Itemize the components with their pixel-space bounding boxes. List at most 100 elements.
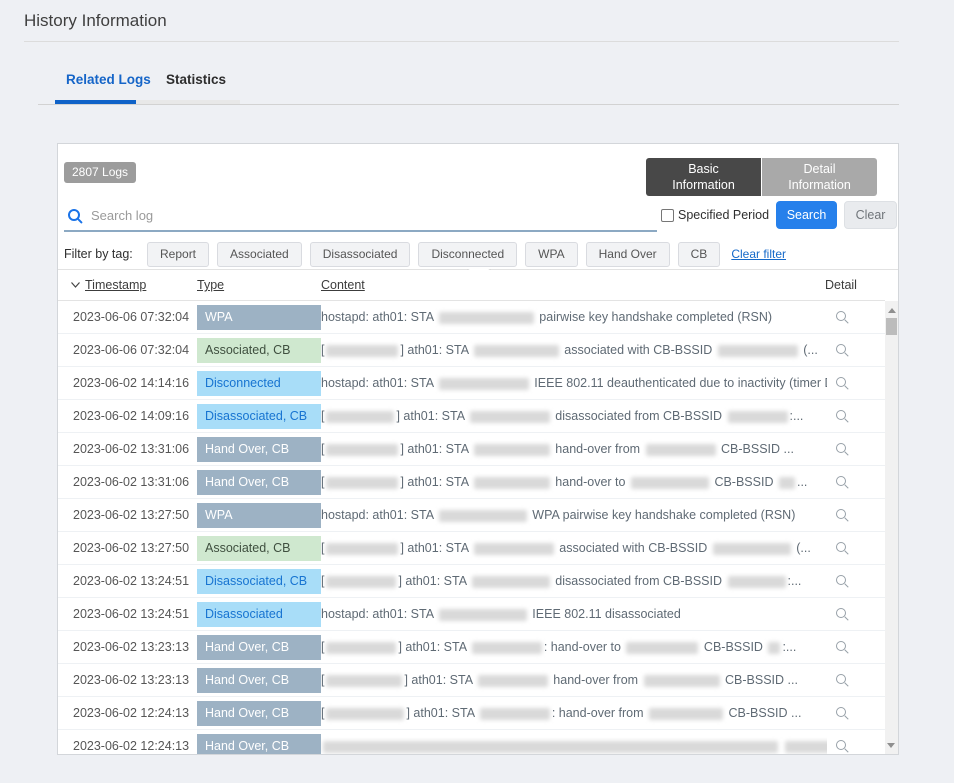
- filter-row: Filter by tag: ReportAssociatedDisassoci…: [64, 240, 886, 268]
- log-rows-container: 2023-06-06 07:32:04WPAhostapd: ath01: ST…: [58, 301, 885, 754]
- search-box: [64, 200, 657, 232]
- scrollbar-thumb[interactable]: [886, 318, 897, 335]
- row-detail-magnifier-icon[interactable]: [836, 410, 846, 420]
- specified-period-checkbox[interactable]: [661, 209, 674, 222]
- row-detail-magnifier-icon[interactable]: [836, 509, 846, 519]
- search-row: Specified Period Search Clear: [64, 200, 886, 236]
- row-timestamp: 2023-06-02 13:23:13: [73, 631, 189, 664]
- redacted-text: [472, 642, 542, 654]
- filter-tag-hand-over[interactable]: Hand Over: [586, 242, 670, 267]
- table-row: 2023-06-02 13:31:06Hand Over, CB[] ath01…: [58, 433, 885, 466]
- row-content: [] ath01: STA disassociated from CB-BSSI…: [321, 565, 827, 598]
- search-button[interactable]: Search: [776, 201, 837, 229]
- related-logs-panel: 2807 Logs Basic Information Detail Infor…: [57, 143, 899, 755]
- page-title: History Information: [24, 11, 167, 31]
- row-content: hostapd: ath01: STA IEEE 802.11 deauthen…: [321, 367, 827, 400]
- row-type-badge: Disassociated: [197, 602, 321, 627]
- row-detail-magnifier-icon[interactable]: [836, 608, 846, 618]
- row-content: [] ath01: STA associated with CB-BSSID (…: [321, 532, 827, 565]
- table-row: 2023-06-02 13:27:50WPAhostapd: ath01: ST…: [58, 499, 885, 532]
- row-detail-magnifier-icon[interactable]: [836, 344, 846, 354]
- information-view-toggle: Basic Information Detail Information: [646, 158, 877, 196]
- search-log-input[interactable]: [91, 208, 657, 223]
- redacted-text: [439, 609, 527, 621]
- clear-filter-link[interactable]: Clear filter: [731, 247, 786, 261]
- row-detail-magnifier-icon[interactable]: [836, 674, 846, 684]
- row-detail-magnifier-icon[interactable]: [836, 311, 846, 321]
- filter-tag-associated[interactable]: Associated: [217, 242, 302, 267]
- redacted-text: [728, 411, 788, 423]
- row-detail-magnifier-icon[interactable]: [836, 443, 846, 453]
- row-timestamp: 2023-06-02 12:24:13: [73, 697, 189, 730]
- row-detail-magnifier-icon[interactable]: [836, 707, 846, 717]
- row-detail-magnifier-icon[interactable]: [836, 641, 846, 651]
- row-type-badge: Hand Over, CB: [197, 668, 321, 693]
- redacted-text: [480, 708, 550, 720]
- row-timestamp: 2023-06-02 14:09:16: [73, 400, 189, 433]
- redacted-text: [768, 642, 780, 654]
- table-scrollbar[interactable]: [885, 301, 898, 754]
- filter-tag-disconnected[interactable]: Disconnected: [418, 242, 517, 267]
- filter-tag-report[interactable]: Report: [147, 242, 209, 267]
- row-content: hostapd: ath01: STA pairwise key handsha…: [321, 301, 827, 334]
- table-row: 2023-06-02 13:27:50Associated, CB[] ath0…: [58, 532, 885, 565]
- row-timestamp: 2023-06-06 07:32:04: [73, 301, 189, 334]
- table-row: 2023-06-02 13:23:13 Hand Over, CB[] ath01…: [58, 664, 885, 697]
- row-type-badge: Hand Over, CB: [197, 734, 321, 754]
- filter-tag-wpa[interactable]: WPA: [525, 242, 577, 267]
- redacted-text: [474, 543, 554, 555]
- redacted-text: [646, 444, 716, 456]
- row-type-badge: Hand Over, CB: [197, 470, 321, 495]
- row-timestamp: 2023-06-02 13:23:13: [73, 664, 189, 697]
- column-header-content[interactable]: Content: [321, 270, 365, 301]
- row-timestamp: 2023-06-02 13:31:06: [73, 433, 189, 466]
- scroll-down-arrow-icon[interactable]: [887, 743, 895, 748]
- basic-information-button[interactable]: Basic Information: [646, 158, 761, 196]
- title-divider: [24, 41, 899, 42]
- basic-information-label: Basic Information: [665, 161, 743, 194]
- tab-statistics[interactable]: Statistics: [166, 72, 226, 87]
- row-content: [] ath01: STA hand-over from CB-BSSID ..…: [321, 664, 827, 697]
- table-row: 2023-06-02 13:23:13Hand Over, CB[] ath01…: [58, 631, 885, 664]
- row-content: [] ath01: STA : hand-over to CB-BSSID :.…: [321, 631, 827, 664]
- specified-period-option[interactable]: Specified Period: [661, 208, 769, 222]
- redacted-text: [728, 576, 786, 588]
- column-header-timestamp[interactable]: Timestamp: [71, 270, 146, 301]
- row-detail-magnifier-icon[interactable]: [836, 476, 846, 486]
- row-content: [321, 730, 827, 754]
- scroll-up-arrow-icon[interactable]: [888, 308, 896, 313]
- clear-button[interactable]: Clear: [844, 201, 897, 229]
- row-detail-magnifier-icon[interactable]: [836, 740, 846, 750]
- row-type-badge: Disassociated, CB: [197, 404, 321, 429]
- table-row: 2023-06-02 14:14:16Disconnectedhostapd: …: [58, 367, 885, 400]
- column-header-type[interactable]: Type: [197, 270, 224, 301]
- row-content: [] ath01: STA hand-over to CB-BSSID ...: [321, 466, 827, 499]
- table-row: 2023-06-02 14:09:16 Disassociated, CB[] a…: [58, 400, 885, 433]
- detail-information-button[interactable]: Detail Information: [762, 158, 877, 196]
- specified-period-label: Specified Period: [678, 208, 769, 222]
- history-information-page: History Information Related Logs Statist…: [0, 0, 954, 783]
- row-detail-magnifier-icon[interactable]: [836, 542, 846, 552]
- row-timestamp: 2023-06-02 13:24:51: [73, 565, 189, 598]
- row-timestamp: 2023-06-06 07:32:04: [73, 334, 189, 367]
- row-type-badge: Hand Over, CB: [197, 701, 321, 726]
- redacted-text: [472, 576, 550, 588]
- redacted-text: [326, 642, 396, 654]
- tab-related-logs[interactable]: Related Logs: [66, 72, 151, 87]
- row-detail-magnifier-icon[interactable]: [836, 575, 846, 585]
- row-content: [] ath01: STA associated with CB-BSSID (…: [321, 334, 827, 367]
- redacted-text: [326, 345, 398, 357]
- redacted-text: [474, 477, 550, 489]
- row-content: hostapd: ath01: STA IEEE 802.11 disassoc…: [321, 598, 827, 631]
- sort-descending-chevron-icon: [71, 282, 80, 288]
- table-row: 2023-06-02 12:24:13Hand Over, CB[] ath01…: [58, 697, 885, 730]
- filter-tag-cb[interactable]: CB: [678, 242, 721, 267]
- filter-tag-disassociated[interactable]: Disassociated: [310, 242, 411, 267]
- redacted-text: [785, 741, 827, 753]
- row-detail-magnifier-icon[interactable]: [836, 377, 846, 387]
- column-header-detail: Detail: [825, 270, 857, 301]
- logs-count-badge: 2807 Logs: [64, 162, 136, 183]
- row-type-badge: Hand Over, CB: [197, 437, 321, 462]
- row-content: hostapd: ath01: STA WPA pairwise key han…: [321, 499, 827, 532]
- row-content: [] ath01: STA disassociated from CB-BSSI…: [321, 400, 827, 433]
